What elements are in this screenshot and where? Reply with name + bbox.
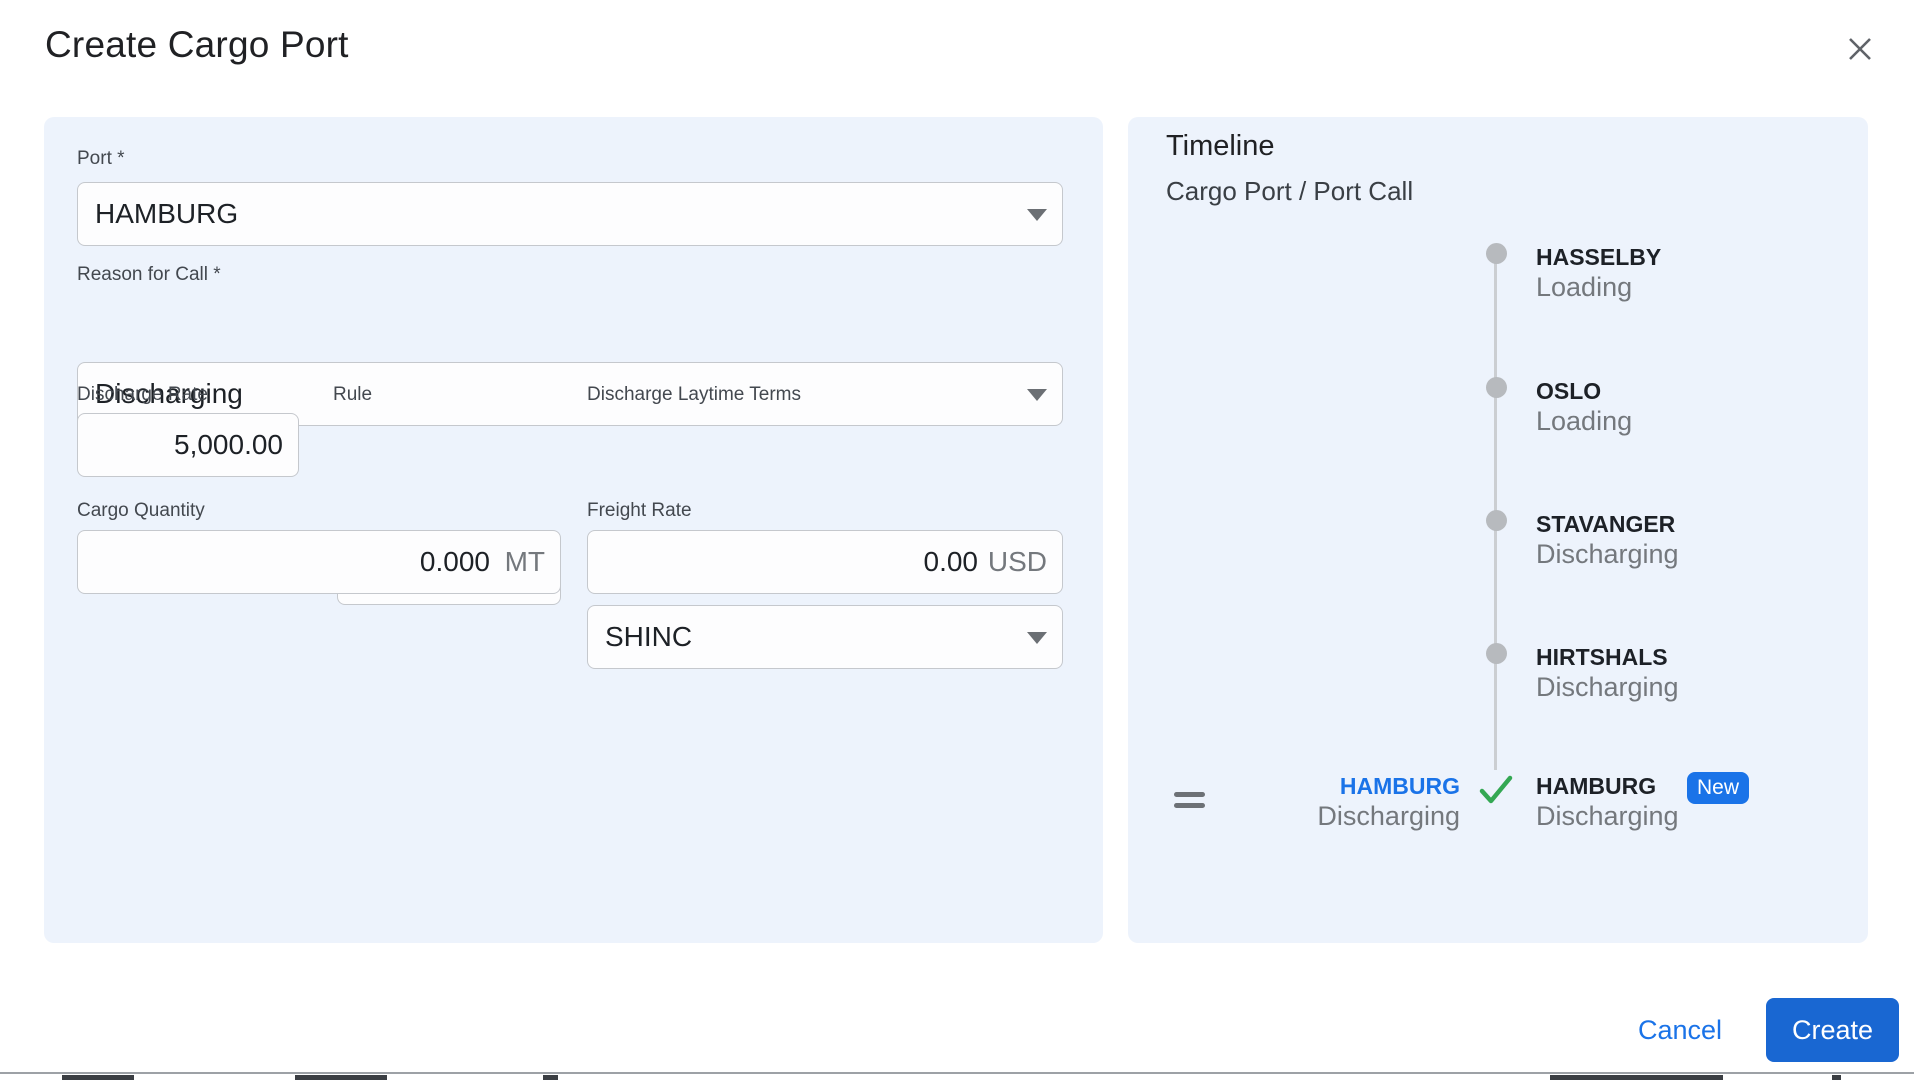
occluded-background-text (543, 1075, 558, 1080)
discharge-rate-input[interactable] (77, 413, 299, 477)
close-button[interactable] (1843, 33, 1877, 67)
discharge-rate-label: Discharge Rate (77, 384, 208, 405)
background-page-divider (0, 1072, 1914, 1074)
timeline-new-item-current-reason: Discharging (1317, 801, 1460, 831)
chevron-down-icon (1027, 209, 1047, 221)
timeline-item-reason: Loading (1536, 272, 1633, 302)
port-label: Port * (77, 148, 125, 169)
new-badge: New (1687, 772, 1749, 804)
occluded-background-text (295, 1075, 387, 1080)
occluded-background-text (62, 1075, 134, 1080)
timeline-item-port: STAVANGER (1536, 511, 1676, 537)
timeline-new-item-reason: Discharging (1536, 801, 1679, 831)
timeline-item-reason: Discharging (1536, 672, 1679, 702)
cargo-quantity-label: Cargo Quantity (77, 500, 205, 521)
timeline-item: OSLO Loading (1536, 377, 1866, 437)
chevron-down-icon (1027, 632, 1047, 644)
timeline-item: STAVANGER Discharging (1536, 510, 1866, 570)
occluded-background-text (1832, 1075, 1841, 1080)
timeline-item-port: OSLO (1536, 378, 1602, 404)
timeline-title: Timeline (1166, 130, 1275, 162)
timeline-item-port: HIRTSHALS (1536, 644, 1668, 670)
timeline-new-item-current-port: HAMBURG (1339, 773, 1460, 799)
freight-rate-label: Freight Rate (587, 500, 692, 521)
timeline-item: HASSELBY Loading (1536, 243, 1866, 303)
page-title: Create Cargo Port (45, 24, 349, 65)
rule-label: Rule (333, 384, 373, 405)
discharge-laytime-terms-select-value: SHINC (605, 621, 693, 652)
port-select[interactable]: HAMBURG (77, 182, 1063, 246)
timeline-item-port: HASSELBY (1536, 244, 1662, 270)
timeline-dot (1486, 243, 1507, 264)
timeline-subtitle: Cargo Port / Port Call (1166, 176, 1414, 206)
timeline-dot (1486, 377, 1507, 398)
cancel-button[interactable]: Cancel (1620, 1006, 1740, 1054)
discharge-laytime-terms-label: Discharge Laytime Terms (587, 384, 802, 405)
timeline-dot (1486, 643, 1507, 664)
chevron-down-icon (1027, 389, 1047, 401)
reason-for-call-label: Reason for Call * (77, 264, 221, 285)
cargo-quantity-input[interactable] (77, 530, 561, 594)
timeline-item: HIRTSHALS Discharging (1536, 643, 1866, 703)
discharge-laytime-terms-select[interactable]: SHINC (587, 605, 1063, 669)
check-icon (1478, 774, 1514, 811)
timeline-item-reason: Discharging (1536, 539, 1679, 569)
close-icon (1846, 35, 1874, 66)
timeline-dot (1486, 510, 1507, 531)
port-select-value: HAMBURG (95, 198, 239, 229)
occluded-background-text (1550, 1075, 1723, 1080)
freight-rate-input[interactable] (587, 530, 1063, 594)
timeline-new-item-current: HAMBURG Discharging (1190, 772, 1460, 832)
create-button[interactable]: Create (1766, 998, 1899, 1062)
timeline-item-reason: Loading (1536, 406, 1633, 436)
